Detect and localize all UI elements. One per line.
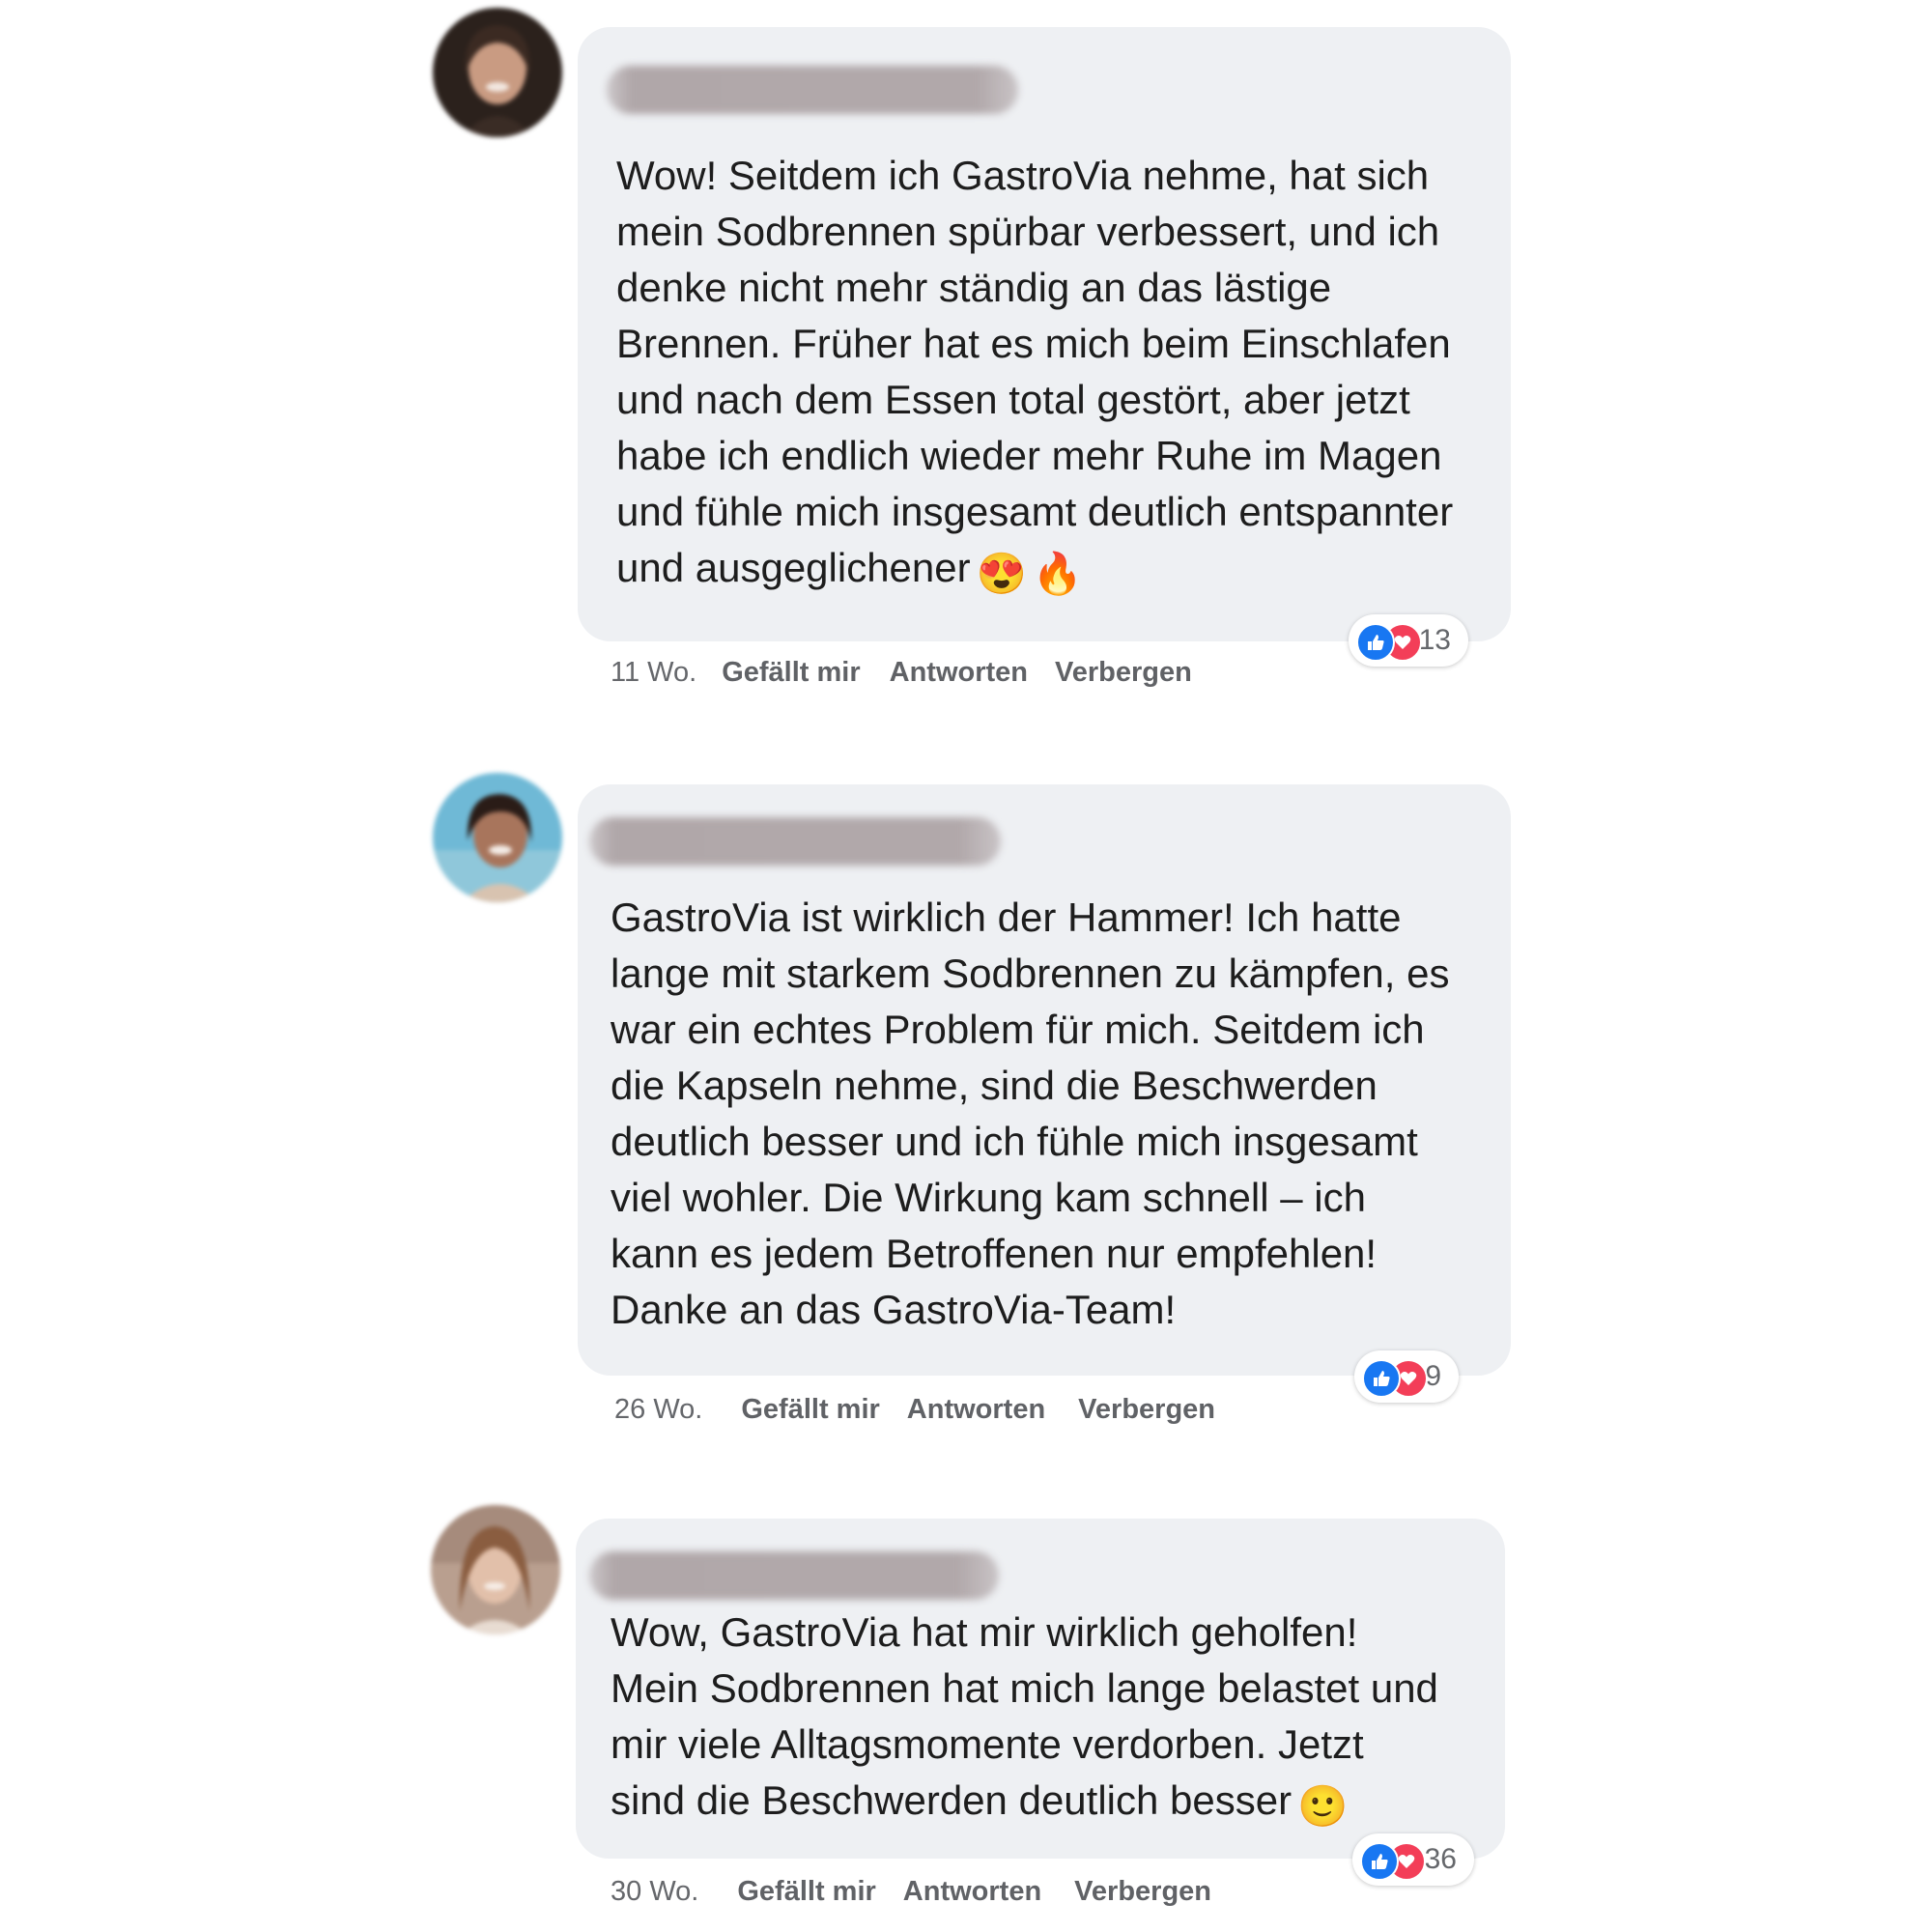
reaction-count: 36 [1424,1843,1457,1875]
reaction-summary[interactable]: 13 [1349,614,1468,667]
reaction-icons [1362,1357,1428,1398]
redacted-author-name [589,1551,999,1600]
like-button[interactable]: Gefällt mir [737,1876,875,1908]
comment-actions: 30 Wo. Gefällt mir Antworten Verbergen [611,1876,1211,1908]
fire-emoji-icon: 🔥 [1032,551,1084,596]
avatar[interactable] [433,773,562,902]
smile-emoji-icon: 🙂 [1297,1783,1349,1829]
reaction-icons [1360,1840,1426,1881]
comment-text: Wow! Seitdem ich GastroVia nehme, hat si… [616,148,1486,602]
redacted-author-name [607,66,1018,114]
hide-button[interactable]: Verbergen [1078,1394,1215,1426]
hide-button[interactable]: Verbergen [1074,1876,1211,1908]
thumbs-up-icon [1356,623,1395,662]
like-button[interactable]: Gefällt mir [722,657,860,689]
reply-button[interactable]: Antworten [890,657,1028,689]
reaction-icons [1356,621,1422,662]
comment-text: GastroVia ist wirklich der Hammer! Ich h… [611,895,1450,1332]
reply-button[interactable]: Antworten [907,1394,1045,1426]
reaction-count: 13 [1418,624,1451,656]
avatar[interactable] [433,8,562,137]
avatar[interactable] [431,1505,560,1634]
hide-button[interactable]: Verbergen [1055,657,1192,689]
timestamp[interactable]: 11 Wo. [611,657,696,689]
reaction-summary[interactable]: 9 [1354,1350,1459,1403]
reaction-summary[interactable]: 36 [1352,1833,1474,1886]
heart-eyes-emoji-icon: 😍 [976,551,1027,596]
redacted-author-name [589,817,1001,866]
comment-actions: 11 Wo. Gefällt mir Antworten Verbergen [611,657,1192,689]
like-button[interactable]: Gefällt mir [741,1394,879,1426]
timestamp[interactable]: 26 Wo. [614,1394,702,1426]
comment-text: Wow, GastroVia hat mir wirklich geholfen… [611,1605,1480,1834]
thumbs-up-icon [1360,1842,1399,1881]
comment-actions: 26 Wo. Gefällt mir Antworten Verbergen [614,1394,1215,1426]
timestamp[interactable]: 30 Wo. [611,1876,698,1908]
thumbs-up-icon [1362,1359,1401,1398]
reply-button[interactable]: Antworten [903,1876,1041,1908]
